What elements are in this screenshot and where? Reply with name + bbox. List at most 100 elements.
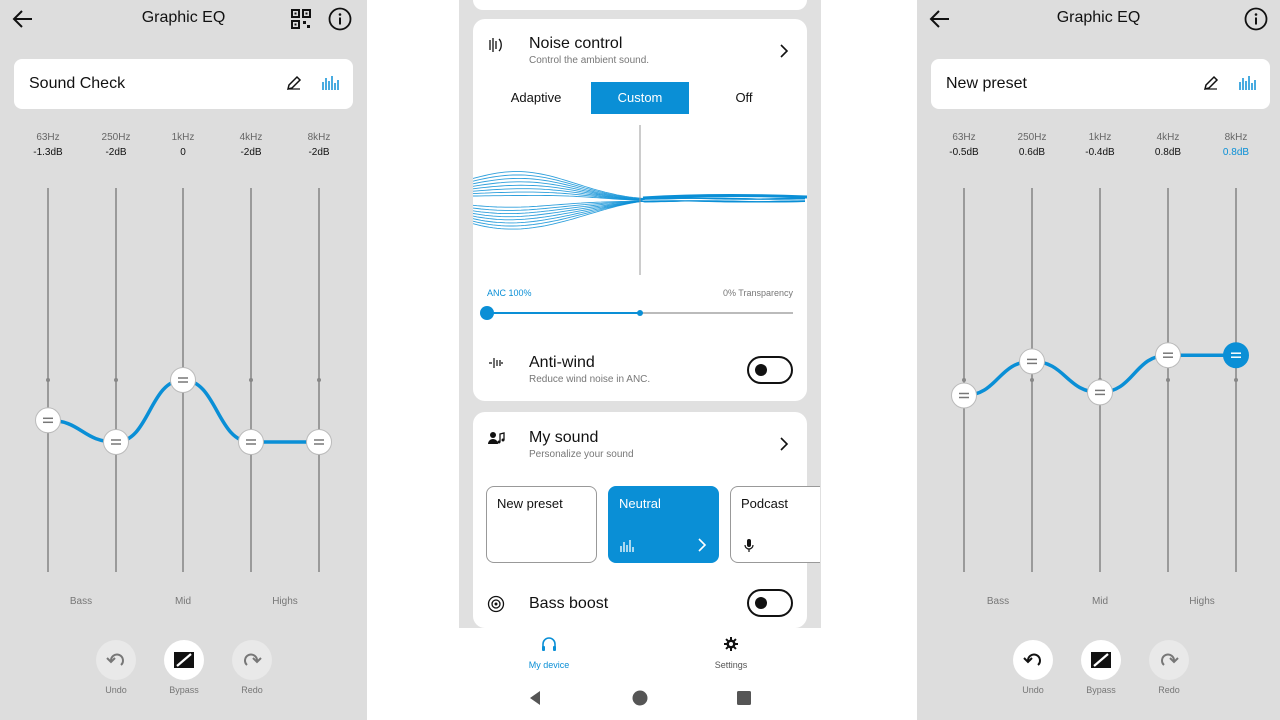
eq-slider-graph[interactable]: [0, 0, 367, 600]
nav-settings-label: Settings: [714, 660, 748, 670]
bass-boost-icon: [487, 595, 505, 613]
bypass-label: Bypass: [169, 685, 199, 695]
bypass-label: Bypass: [1086, 685, 1116, 695]
group-label-bass: Bass: [986, 596, 1010, 607]
mode-adaptive[interactable]: Adaptive: [487, 82, 585, 114]
redo-icon: [1161, 653, 1179, 666]
preset-tile-name: Neutral: [619, 496, 661, 511]
system-back-icon[interactable]: [527, 690, 543, 706]
bypass-icon: [1091, 652, 1111, 668]
group-label-mid: Mid: [174, 596, 192, 607]
eq-slider-graph[interactable]: [917, 0, 1280, 600]
nav-my-device[interactable]: My device: [509, 636, 589, 670]
eq-zero-mark: [317, 378, 321, 382]
undo-icon: [1023, 653, 1041, 666]
wave-line: [473, 200, 805, 230]
eq-band-handle[interactable]: [35, 407, 61, 434]
eq-zero-mark: [249, 378, 253, 382]
anti-wind-subtitle: Reduce wind noise in ANC.: [529, 374, 651, 385]
redo-icon: [244, 653, 262, 666]
noise-control-subtitle: Control the ambient sound.: [529, 55, 650, 66]
my-sound-title: My sound: [529, 429, 599, 446]
undo-button[interactable]: [96, 640, 136, 680]
left-eq-screen: Graphic EQ Sound Check 63Hz -1.3dB 250Hz -2…: [0, 0, 367, 720]
eq-band-handle[interactable]: [1019, 348, 1045, 375]
bottom-navigation: My device Settings: [459, 628, 821, 720]
mode-custom[interactable]: Custom: [591, 82, 689, 114]
bass-boost-toggle[interactable]: [747, 589, 793, 617]
bass-boost-title: Bass boost: [529, 595, 609, 612]
redo-label: Redo: [241, 685, 263, 695]
right-eq-screen: Graphic EQ New preset 63Hz -0.5dB 250Hz 0.6…: [917, 0, 1280, 720]
noise-control-card: Noise control Control the ambient sound.…: [473, 19, 807, 401]
microphone-icon: [744, 539, 754, 552]
chevron-right-icon[interactable]: [777, 44, 791, 58]
anc-slider-midmark: [637, 310, 643, 316]
gear-icon: [724, 637, 738, 651]
anc-slider-fill: [487, 312, 640, 314]
eq-band-handle[interactable]: [951, 382, 977, 409]
bypass-icon: [174, 652, 194, 668]
eq-zero-mark: [114, 378, 118, 382]
anc-slider-thumb[interactable]: [480, 306, 494, 320]
mode-off[interactable]: Off: [695, 82, 793, 114]
undo-control: Undo: [96, 640, 136, 695]
bypass-control: Bypass: [1081, 640, 1121, 695]
chevron-right-icon: [698, 538, 707, 552]
redo-control: Redo: [232, 640, 272, 695]
redo-button[interactable]: [232, 640, 272, 680]
system-recents-icon[interactable]: [737, 691, 751, 705]
system-home-icon[interactable]: [632, 690, 648, 706]
redo-label: Redo: [1158, 685, 1180, 695]
bypass-button[interactable]: [1081, 640, 1121, 680]
redo-button[interactable]: [1149, 640, 1189, 680]
redo-control: Redo: [1149, 640, 1189, 695]
person-music-icon: [488, 432, 505, 444]
anti-wind-toggle[interactable]: [747, 356, 793, 384]
noise-control-icon: [489, 38, 502, 52]
device-screen: Noise control Control the ambient sound.…: [459, 0, 821, 720]
anc-label: ANC 100%: [487, 288, 532, 298]
group-label-bass: Bass: [69, 596, 93, 607]
eq-zero-mark: [1030, 378, 1034, 382]
toggle-knob: [755, 364, 767, 376]
eq-band-handle[interactable]: [103, 429, 129, 455]
eq-zero-mark: [962, 378, 966, 382]
chevron-right-icon[interactable]: [777, 437, 791, 451]
preset-tile-neutral[interactable]: Neutral: [608, 486, 719, 563]
eq-band-handle[interactable]: [306, 429, 332, 455]
wave-line: [473, 200, 806, 218]
my-sound-card: My sound Personalize your sound New pres…: [473, 412, 820, 628]
undo-button[interactable]: [1013, 640, 1053, 680]
bypass-control: Bypass: [164, 640, 204, 695]
eq-band-handle[interactable]: [1087, 379, 1113, 406]
undo-control: Undo: [1013, 640, 1053, 695]
anti-wind-icon: [489, 358, 503, 368]
noise-mode-tabs: Adaptive Custom Off: [487, 82, 793, 114]
preset-tile-podcast[interactable]: Podcast: [730, 486, 820, 563]
group-label-highs: Highs: [272, 596, 298, 607]
bypass-button[interactable]: [164, 640, 204, 680]
preset-tile-name: New preset: [497, 496, 563, 511]
anc-slider-track[interactable]: [480, 306, 793, 320]
group-label-highs: Highs: [1189, 596, 1215, 607]
noise-control-title: Noise control: [529, 35, 623, 52]
eq-band-handle[interactable]: [170, 367, 196, 393]
preset-tile-name: Podcast: [741, 496, 788, 511]
eq-band-handle[interactable]: [238, 429, 264, 455]
anti-wind-title: Anti-wind: [529, 354, 595, 371]
transparency-label: 0% Transparency: [722, 288, 793, 298]
preset-tile-new[interactable]: New preset: [486, 486, 597, 563]
equalizer-bars-icon: [620, 540, 634, 552]
eq-zero-mark: [46, 378, 50, 382]
eq-band-handle[interactable]: [1223, 342, 1249, 369]
eq-zero-mark: [1166, 378, 1170, 382]
undo-label: Undo: [105, 685, 127, 695]
nav-settings[interactable]: Settings: [691, 636, 771, 670]
group-label-mid: Mid: [1091, 596, 1109, 607]
undo-icon: [106, 653, 124, 666]
previous-card-edge: [473, 0, 807, 10]
my-sound-subtitle: Personalize your sound: [529, 449, 634, 460]
eq-band-handle[interactable]: [1155, 342, 1181, 369]
nav-my-device-label: My device: [528, 660, 570, 670]
